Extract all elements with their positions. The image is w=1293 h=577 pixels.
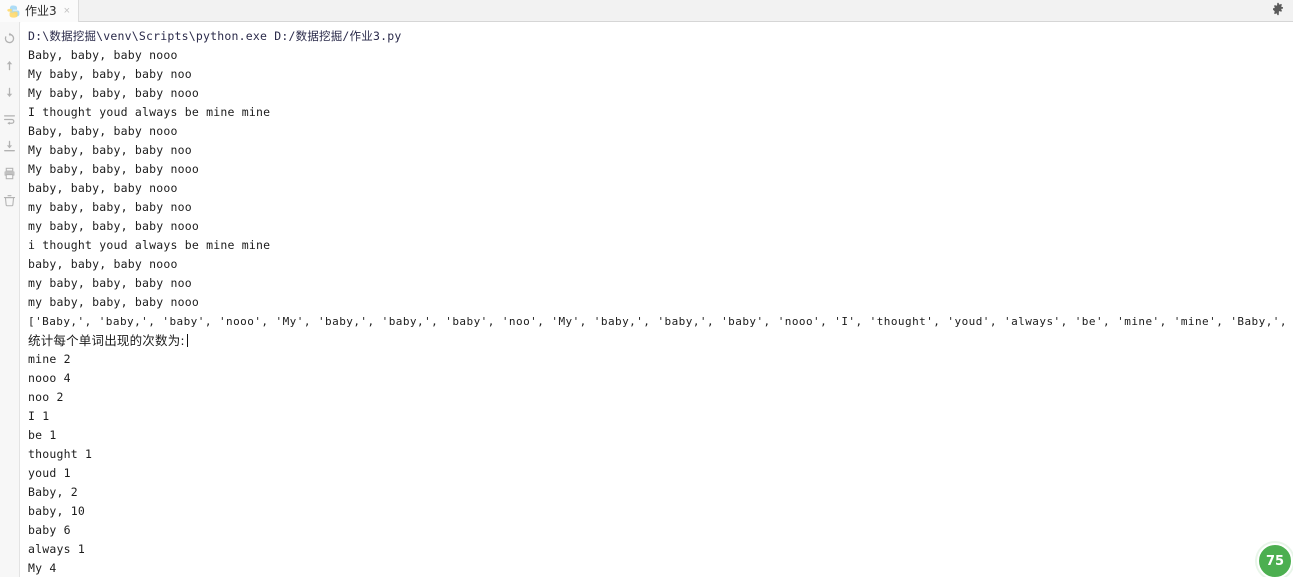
gear-icon [1271,2,1285,21]
tab-bar: 作业3 × [0,0,1293,23]
console-line: baby, 10 [28,504,85,518]
console-line: I 1 [28,409,50,423]
console-line: My baby, baby, baby nooo [28,86,199,100]
rerun-icon[interactable] [2,30,18,46]
tab-label: 作业3 [25,4,57,18]
console-line: my baby, baby, baby nooo [28,219,199,233]
export-icon[interactable] [2,138,18,154]
console-line: youd 1 [28,466,71,480]
console-line: be 1 [28,428,57,442]
console-line: baby, baby, baby nooo [28,257,178,271]
console-line: My baby, baby, baby nooo [28,162,199,176]
clear-all-icon[interactable] [2,192,18,208]
status-badge-value: 75 [1265,553,1285,569]
console-line: I thought youd always be mine mine [28,105,271,119]
console-line: Baby, 2 [28,485,78,499]
print-icon[interactable] [2,165,18,181]
console-output-area[interactable]: D:\数据挖掘\venv\Scripts\python.exe D:/数据挖掘/… [21,22,1293,577]
console-line: Baby, baby, baby nooo [28,124,178,138]
console-line: ['Baby,', 'baby,', 'baby', 'nooo', 'My',… [28,315,1287,328]
tab-run-作业3[interactable]: 作业3 × [0,0,80,23]
ide-run-console-window: 作业3 × D:\数据挖掘\venv\Scripts\python.exe D:… [0,0,1293,577]
console-line: 统计每个单词出现的次数为: [21,331,1293,350]
console-left-toolbar [0,22,20,577]
scroll-up-icon[interactable] [2,57,18,73]
console-line: Baby, baby, baby nooo [28,48,178,62]
settings-button[interactable] [1263,0,1293,22]
console-line: My baby, baby, baby noo [28,143,192,157]
console-line: D:\数据挖掘\venv\Scripts\python.exe D:/数据挖掘/… [28,29,402,43]
console-line: my baby, baby, baby nooo [28,295,199,309]
console-line: mine 2 [28,352,71,366]
close-icon[interactable]: × [62,5,70,17]
console-line: nooo 4 [28,371,71,385]
console-line: always 1 [28,542,85,556]
console-line: baby 6 [28,523,71,537]
text-caret [186,334,188,347]
scroll-down-icon[interactable] [2,84,18,100]
status-badge[interactable]: 75 [1257,543,1293,577]
console-line: My baby, baby, baby noo [28,67,192,81]
console-line: noo 2 [28,390,64,404]
console-line: thought 1 [28,447,93,461]
console-line: my baby, baby, baby noo [28,276,192,290]
tab-bar-spacer [79,0,1263,21]
console-line: My 4 [28,561,57,575]
console-line: my baby, baby, baby noo [28,200,192,214]
soft-wrap-icon[interactable] [2,111,18,127]
console-line: i thought youd always be mine mine [28,238,271,252]
python-file-icon [6,4,20,18]
console-line: baby, baby, baby nooo [28,181,178,195]
